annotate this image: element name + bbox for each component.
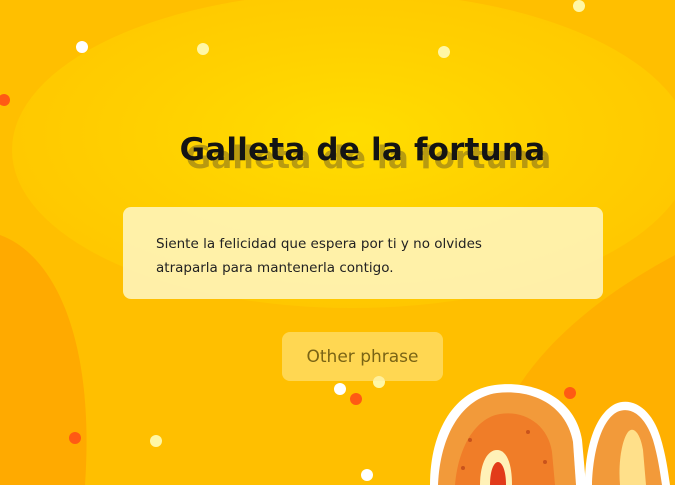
confetti-dot [438,46,450,58]
page-title: Galleta de la fortuna [179,132,546,168]
confetti-dot [573,0,585,12]
confetti-dot [76,41,88,53]
fortune-phrase: Siente la felicidad que espera por ti y … [156,236,482,276]
confetti-dot [69,432,81,444]
other-phrase-button[interactable]: Other phrase [282,332,443,381]
confetti-dot [361,469,373,481]
confetti-dot [197,43,209,55]
confetti-dot [350,393,362,405]
confetti-dot [564,387,576,399]
fortune-card: Siente la felicidad que espera por ti y … [123,207,603,299]
confetti-dot [334,383,346,395]
confetti-dot [150,435,162,447]
